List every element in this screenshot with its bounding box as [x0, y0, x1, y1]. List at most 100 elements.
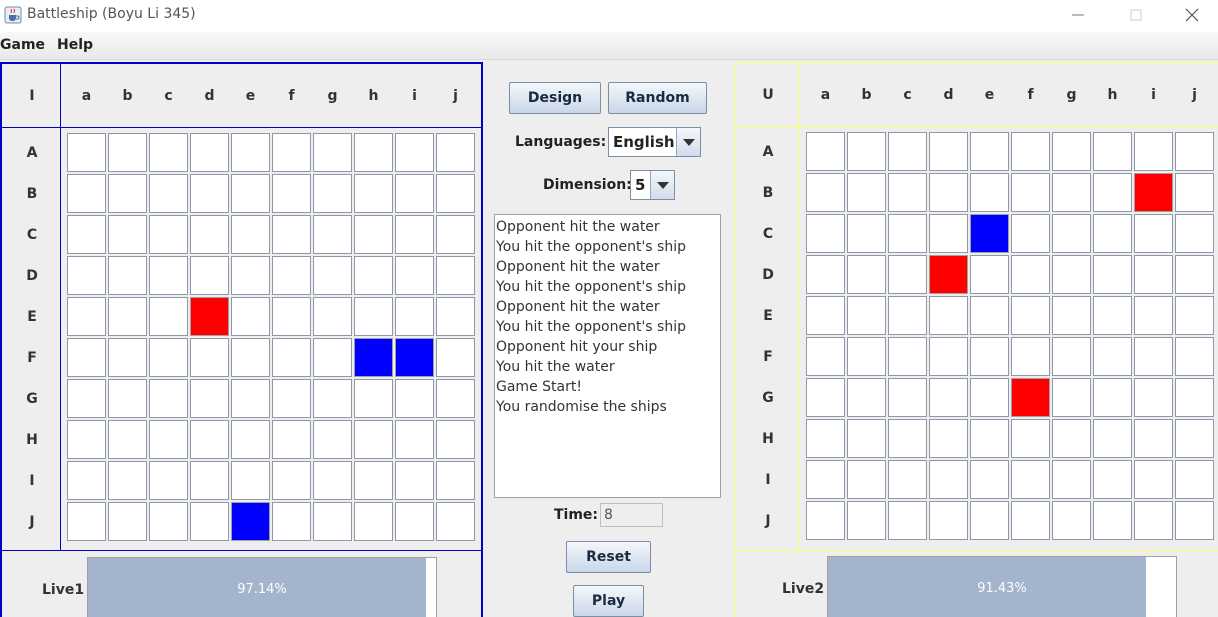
- opponent-grid-cell[interactable]: [847, 501, 886, 540]
- player-grid-cell[interactable]: [149, 338, 188, 377]
- player-grid-cell[interactable]: [354, 297, 393, 336]
- opponent-grid-cell[interactable]: [929, 255, 968, 294]
- dimension-dropdown-button[interactable]: [650, 171, 674, 199]
- player-grid-cell[interactable]: [354, 133, 393, 172]
- player-grid-cell[interactable]: [272, 215, 311, 254]
- player-grid-cell[interactable]: [149, 379, 188, 418]
- player-grid-cell[interactable]: [313, 215, 352, 254]
- player-grid-cell[interactable]: [108, 379, 147, 418]
- player-grid-cell[interactable]: [149, 133, 188, 172]
- opponent-grid-cell[interactable]: [1134, 132, 1173, 171]
- opponent-grid-cell[interactable]: [806, 460, 845, 499]
- player-grid-cell[interactable]: [354, 379, 393, 418]
- player-grid-cell[interactable]: [108, 133, 147, 172]
- opponent-grid-cell[interactable]: [888, 132, 927, 171]
- player-grid-cell[interactable]: [395, 502, 434, 541]
- opponent-grid-cell[interactable]: [806, 255, 845, 294]
- opponent-grid-cell[interactable]: [929, 173, 968, 212]
- player-grid-cell[interactable]: [395, 256, 434, 295]
- opponent-grid-cell[interactable]: [970, 296, 1009, 335]
- player-grid-cell[interactable]: [231, 379, 270, 418]
- player-grid-cell[interactable]: [149, 256, 188, 295]
- opponent-grid-cell[interactable]: [929, 296, 968, 335]
- player-grid-cell[interactable]: [354, 256, 393, 295]
- language-select[interactable]: English: [608, 127, 701, 157]
- player-grid-cell[interactable]: [67, 133, 106, 172]
- player-grid-cell[interactable]: [108, 297, 147, 336]
- opponent-grid-cell[interactable]: [1093, 501, 1132, 540]
- opponent-grid-cell[interactable]: [929, 337, 968, 376]
- opponent-grid-cell[interactable]: [1093, 460, 1132, 499]
- language-dropdown-button[interactable]: [676, 128, 700, 156]
- opponent-grid-cell[interactable]: [1011, 337, 1050, 376]
- player-grid-cell[interactable]: [67, 174, 106, 213]
- opponent-grid-cell[interactable]: [1093, 378, 1132, 417]
- player-grid-cell[interactable]: [436, 379, 475, 418]
- player-grid-cell[interactable]: [231, 174, 270, 213]
- opponent-grid-cell[interactable]: [1134, 173, 1173, 212]
- opponent-grid-cell[interactable]: [970, 460, 1009, 499]
- reset-button[interactable]: Reset: [566, 541, 651, 573]
- player-grid-cell[interactable]: [67, 420, 106, 459]
- player-grid-cell[interactable]: [395, 420, 434, 459]
- opponent-grid-cell[interactable]: [1052, 460, 1091, 499]
- player-grid-cell[interactable]: [313, 133, 352, 172]
- player-grid-cell[interactable]: [313, 379, 352, 418]
- opponent-grid-cell[interactable]: [1052, 214, 1091, 253]
- player-grid-cell[interactable]: [190, 215, 229, 254]
- player-grid-cell[interactable]: [190, 256, 229, 295]
- opponent-grid-cell[interactable]: [847, 296, 886, 335]
- opponent-grid-cell[interactable]: [1093, 132, 1132, 171]
- opponent-grid-cell[interactable]: [806, 296, 845, 335]
- opponent-grid-cell[interactable]: [970, 378, 1009, 417]
- opponent-grid-cell[interactable]: [847, 255, 886, 294]
- player-grid-cell[interactable]: [190, 461, 229, 500]
- opponent-grid-cell[interactable]: [1134, 337, 1173, 376]
- player-grid-cell[interactable]: [313, 420, 352, 459]
- player-grid-cell[interactable]: [190, 338, 229, 377]
- player-grid-cell[interactable]: [354, 502, 393, 541]
- player-grid-cell[interactable]: [190, 133, 229, 172]
- player-grid-cell[interactable]: [190, 174, 229, 213]
- player-grid-cell[interactable]: [231, 215, 270, 254]
- player-grid-cell[interactable]: [231, 420, 270, 459]
- opponent-grid-cell[interactable]: [847, 378, 886, 417]
- player-grid-cell[interactable]: [395, 338, 434, 377]
- opponent-grid-cell[interactable]: [1052, 132, 1091, 171]
- player-grid-cell[interactable]: [149, 461, 188, 500]
- player-grid-cell[interactable]: [272, 461, 311, 500]
- opponent-grid-cell[interactable]: [1011, 132, 1050, 171]
- opponent-grid-cell[interactable]: [888, 255, 927, 294]
- menu-game[interactable]: Game: [0, 37, 45, 53]
- player-grid-cell[interactable]: [149, 174, 188, 213]
- opponent-grid-cell[interactable]: [1093, 337, 1132, 376]
- opponent-grid-cell[interactable]: [1093, 419, 1132, 458]
- opponent-grid-cell[interactable]: [888, 460, 927, 499]
- opponent-grid-cell[interactable]: [1011, 378, 1050, 417]
- opponent-grid-cell[interactable]: [1175, 255, 1214, 294]
- player-grid-cell[interactable]: [67, 461, 106, 500]
- opponent-grid-cell[interactable]: [970, 337, 1009, 376]
- dimension-select[interactable]: 5: [630, 170, 675, 200]
- opponent-grid-cell[interactable]: [1175, 173, 1214, 212]
- opponent-grid-cell[interactable]: [1175, 460, 1214, 499]
- opponent-grid-cell[interactable]: [970, 173, 1009, 212]
- player-grid-cell[interactable]: [436, 297, 475, 336]
- opponent-grid-cell[interactable]: [806, 132, 845, 171]
- opponent-grid-cell[interactable]: [806, 173, 845, 212]
- opponent-grid-cell[interactable]: [1175, 214, 1214, 253]
- player-grid-cell[interactable]: [395, 379, 434, 418]
- close-button[interactable]: [1164, 0, 1218, 30]
- opponent-grid-cell[interactable]: [1134, 255, 1173, 294]
- player-grid-cell[interactable]: [272, 297, 311, 336]
- opponent-grid-cell[interactable]: [806, 419, 845, 458]
- opponent-grid-cell[interactable]: [847, 132, 886, 171]
- opponent-grid-cell[interactable]: [970, 255, 1009, 294]
- player-grid-cell[interactable]: [313, 256, 352, 295]
- player-grid-cell[interactable]: [436, 502, 475, 541]
- player-grid-cell[interactable]: [149, 297, 188, 336]
- opponent-grid-cell[interactable]: [1052, 255, 1091, 294]
- opponent-grid-cell[interactable]: [1011, 419, 1050, 458]
- opponent-grid-cell[interactable]: [1093, 255, 1132, 294]
- player-grid-cell[interactable]: [108, 215, 147, 254]
